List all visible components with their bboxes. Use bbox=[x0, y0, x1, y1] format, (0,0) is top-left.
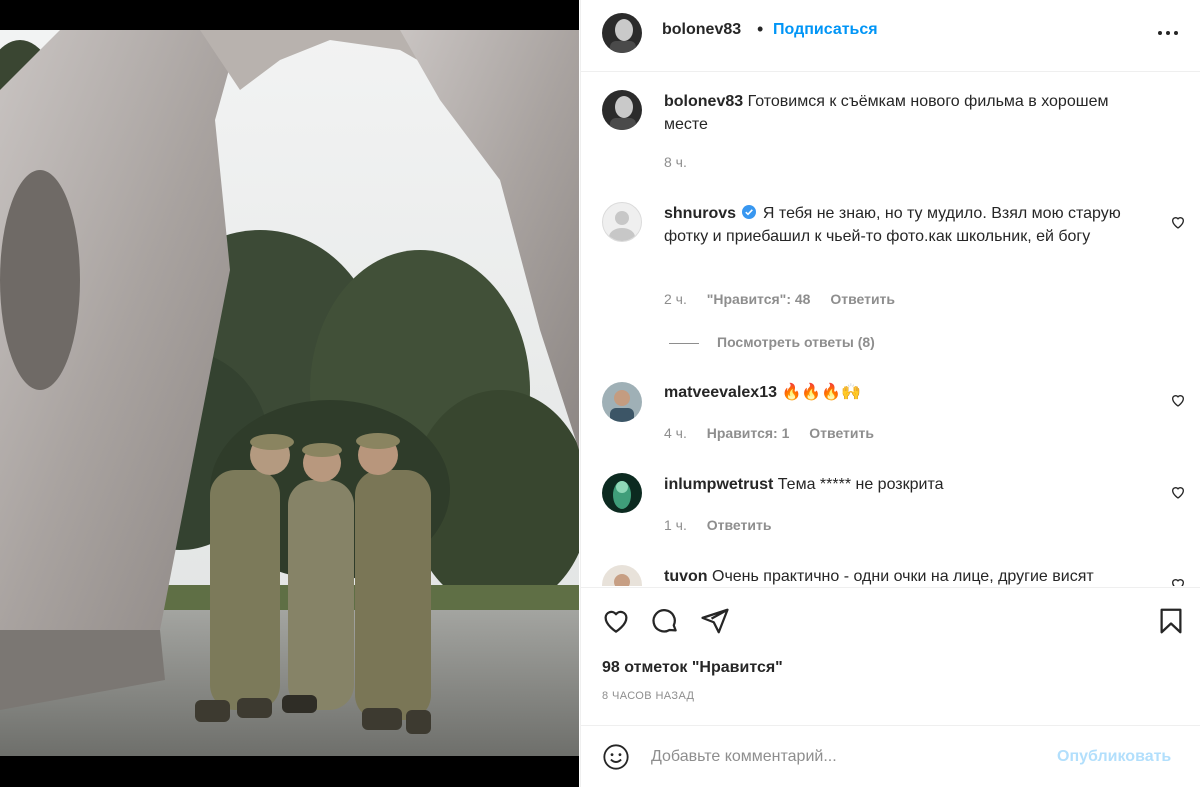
comment-time[interactable]: 4 ч. bbox=[664, 425, 687, 441]
heart-icon[interactable] bbox=[1170, 576, 1186, 586]
reply-button[interactable]: Ответить bbox=[830, 291, 895, 307]
reply-button[interactable]: Ответить bbox=[707, 517, 772, 533]
comment-text: inlumpwetrust Тема ***** не розкрита bbox=[664, 474, 1154, 497]
comment-likes[interactable]: Нравится: 1 bbox=[707, 425, 790, 441]
author-username[interactable]: bolonev83 bbox=[662, 21, 741, 39]
share-icon[interactable] bbox=[700, 606, 730, 636]
caption-text: bolonev83 Готовимся к съёмкам нового фил… bbox=[664, 91, 1154, 136]
commenter-avatar[interactable] bbox=[602, 565, 642, 586]
view-replies-label: Посмотреть ответы (8) bbox=[717, 334, 875, 350]
posted-time[interactable]: 8 часов назад bbox=[602, 690, 694, 702]
post-photo[interactable] bbox=[0, 30, 579, 756]
comment-body: 🔥🔥🔥🙌 bbox=[781, 384, 862, 401]
bookmark-icon[interactable] bbox=[1156, 606, 1186, 636]
post-side-panel: bolonev83 • Подписаться bolonev83 Готови… bbox=[580, 0, 1200, 787]
post-header: bolonev83 • Подписаться bbox=[581, 0, 1200, 72]
likes-count[interactable]: 98 отметок "Нравится" bbox=[602, 659, 783, 677]
caption-username[interactable]: bolonev83 bbox=[664, 93, 743, 110]
comment-body: Тема ***** не розкрита bbox=[777, 476, 944, 493]
caption-time[interactable]: 8 ч. bbox=[664, 154, 687, 170]
separator-dot: • bbox=[757, 19, 764, 39]
comment-time[interactable]: 1 ч. bbox=[664, 517, 687, 533]
view-replies-button[interactable]: Посмотреть ответы (8) bbox=[669, 334, 875, 350]
commenter-username[interactable]: shnurovs bbox=[664, 205, 736, 222]
heart-icon[interactable] bbox=[1170, 214, 1186, 230]
commenter-avatar[interactable] bbox=[602, 473, 642, 513]
follow-button[interactable]: Подписаться bbox=[773, 21, 878, 39]
author-avatar[interactable] bbox=[602, 90, 642, 130]
heart-icon[interactable] bbox=[601, 606, 631, 636]
commenter-avatar[interactable] bbox=[602, 202, 642, 242]
comment-meta: 2 ч. "Нравится": 48 Ответить bbox=[664, 291, 911, 307]
comment-input[interactable] bbox=[651, 744, 1041, 770]
comment-icon[interactable] bbox=[650, 606, 680, 636]
comment-body: Очень практично - одни очки на лице, дру… bbox=[712, 568, 1094, 585]
comment-meta: 1 ч. Ответить bbox=[664, 517, 787, 533]
emoji-icon[interactable] bbox=[602, 743, 630, 771]
more-icon[interactable] bbox=[1155, 20, 1181, 46]
comment-time[interactable]: 2 ч. bbox=[664, 291, 687, 307]
commenter-avatar[interactable] bbox=[602, 382, 642, 422]
comment-text: matveevalex13 🔥🔥🔥🙌 bbox=[664, 382, 1154, 405]
comment-composer: Опубликовать bbox=[581, 725, 1200, 788]
comment-meta: 4 ч. Нравится: 1 Ответить bbox=[664, 425, 890, 441]
comment-text: tuvon Очень практично - одни очки на лиц… bbox=[664, 566, 1154, 586]
post-actions: 98 отметок "Нравится" 8 часов назад bbox=[581, 587, 1200, 726]
verified-icon bbox=[742, 204, 757, 219]
people bbox=[195, 433, 431, 734]
comment-text: shnurovs Я тебя не знаю, но ту мудило. В… bbox=[664, 203, 1154, 248]
publish-button[interactable]: Опубликовать bbox=[1057, 748, 1171, 766]
photo-pane bbox=[0, 0, 579, 787]
author-avatar[interactable] bbox=[602, 13, 642, 53]
comments-list[interactable]: bolonev83 Готовимся к съёмкам нового фил… bbox=[581, 72, 1200, 586]
reply-button[interactable]: Ответить bbox=[809, 425, 874, 441]
commenter-username[interactable]: matveevalex13 bbox=[664, 384, 777, 401]
commenter-username[interactable]: tuvon bbox=[664, 568, 708, 585]
replies-line bbox=[669, 342, 699, 344]
comment-likes[interactable]: "Нравится": 48 bbox=[707, 291, 811, 307]
heart-icon[interactable] bbox=[1170, 392, 1186, 408]
caption-meta: 8 ч. bbox=[664, 154, 703, 170]
post-photo-image bbox=[0, 30, 579, 756]
commenter-username[interactable]: inlumpwetrust bbox=[664, 476, 773, 493]
heart-icon[interactable] bbox=[1170, 484, 1186, 500]
